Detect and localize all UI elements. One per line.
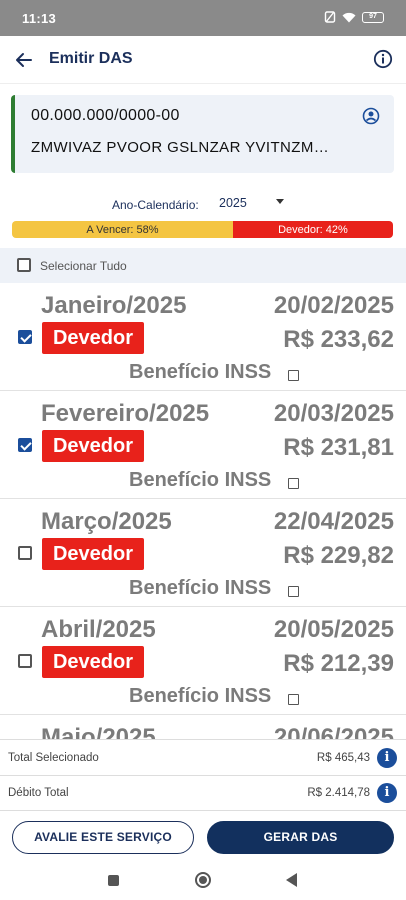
year-label: Ano-Calendário: (112, 198, 199, 212)
due-date: 20/06/2025 (273, 724, 394, 739)
info-icon[interactable]: i (377, 783, 397, 803)
due-date: 20/02/2025 (273, 292, 394, 319)
benefit-checkbox[interactable] (288, 370, 299, 381)
back-arrow-icon[interactable] (12, 48, 36, 72)
back-icon[interactable] (286, 873, 297, 887)
no-sim-icon (324, 11, 336, 23)
cnpj-number: 00.000.000/0000-00 (31, 107, 180, 124)
list-item[interactable]: Abril/2025 20/05/2025 Devedor R$ 212,39 … (0, 608, 406, 715)
chevron-down-icon[interactable] (276, 199, 284, 204)
profile-icon[interactable] (362, 107, 380, 125)
select-all-label: Selecionar Tudo (40, 259, 127, 273)
total-selected-value: R$ 465,43 (316, 752, 370, 764)
battery-icon: 97 (362, 11, 384, 23)
app-bar: Emitir DAS (0, 36, 406, 84)
status-time: 11:13 (22, 11, 57, 26)
amount: R$ 229,82 (283, 542, 394, 569)
totals-panel: Total Selecionado R$ 465,43 i Débito Tot… (0, 739, 406, 811)
due-date: 20/03/2025 (273, 400, 394, 427)
progress-devedor: Devedor: 42% (232, 221, 393, 238)
item-checkbox[interactable] (18, 330, 32, 344)
status-badge: Devedor (42, 646, 144, 678)
year-filter: Ano-Calendário: 2025 (0, 193, 406, 217)
benefit-label: Benefício INSS (129, 577, 272, 599)
due-date: 20/05/2025 (273, 616, 394, 643)
status-progress-bar: A Vencer: 58% Devedor: 42% (12, 221, 393, 238)
select-all-checkbox[interactable] (17, 258, 31, 272)
total-debt-value: R$ 2.414,78 (307, 787, 370, 799)
period-month: Janeiro/2025 (41, 292, 187, 319)
home-icon[interactable] (195, 872, 211, 888)
status-badge: Devedor (42, 322, 144, 354)
generate-das-button[interactable]: GERAR DAS (207, 821, 394, 854)
amount: R$ 231,81 (283, 434, 394, 461)
item-checkbox[interactable] (18, 546, 32, 560)
benefit-label: Benefício INSS (129, 361, 272, 383)
item-checkbox[interactable] (18, 654, 32, 668)
status-badge: Devedor (42, 538, 144, 570)
status-icons: 97 (324, 11, 384, 23)
benefit-label: Benefício INSS (129, 685, 272, 707)
page-title: Emitir DAS (49, 50, 133, 67)
list-item[interactable]: Janeiro/2025 20/02/2025 Devedor R$ 233,6… (0, 284, 406, 391)
info-icon[interactable]: i (377, 748, 397, 768)
due-date: 22/04/2025 (273, 508, 394, 535)
recent-apps-icon[interactable] (108, 875, 119, 886)
year-select[interactable]: 2025 (219, 196, 247, 210)
period-month: Maio/2025 (41, 724, 156, 739)
amount: R$ 212,39 (283, 650, 394, 677)
amount: R$ 233,62 (283, 326, 394, 353)
company-card: 00.000.000/0000-00 ZMWIVAZ PVOOR GSLNZAR… (11, 95, 394, 173)
total-selected-label: Total Selecionado (8, 752, 99, 764)
list-item[interactable]: Maio/2025 20/06/2025 (0, 716, 406, 739)
progress-a-vencer: A Vencer: 58% (12, 221, 233, 238)
system-nav-bar (0, 862, 406, 900)
benefit-checkbox[interactable] (288, 694, 299, 705)
wifi-icon (342, 12, 356, 22)
rate-service-button[interactable]: AVALIE ESTE SERVIÇO (12, 821, 194, 854)
info-icon[interactable] (373, 49, 393, 69)
period-month: Março/2025 (41, 508, 172, 535)
company-name: ZMWIVAZ PVOOR GSLNZAR YVITNZM… (31, 139, 330, 156)
benefit-checkbox[interactable] (288, 478, 299, 489)
select-all-row[interactable]: Selecionar Tudo (0, 248, 406, 283)
total-selected-row: Total Selecionado R$ 465,43 i (0, 741, 406, 776)
status-badge: Devedor (42, 430, 144, 462)
period-month: Abril/2025 (41, 616, 156, 643)
list-item[interactable]: Março/2025 22/04/2025 Devedor R$ 229,82 … (0, 500, 406, 607)
benefit-label: Benefício INSS (129, 469, 272, 491)
item-checkbox[interactable] (18, 438, 32, 452)
period-month: Fevereiro/2025 (41, 400, 210, 427)
status-bar: 11:13 97 (0, 0, 406, 36)
total-debt-row: Débito Total R$ 2.414,78 i (0, 776, 406, 811)
list-item[interactable]: Fevereiro/2025 20/03/2025 Devedor R$ 231… (0, 392, 406, 499)
period-list[interactable]: Janeiro/2025 20/02/2025 Devedor R$ 233,6… (0, 284, 406, 739)
benefit-checkbox[interactable] (288, 586, 299, 597)
total-debt-label: Débito Total (8, 787, 69, 799)
